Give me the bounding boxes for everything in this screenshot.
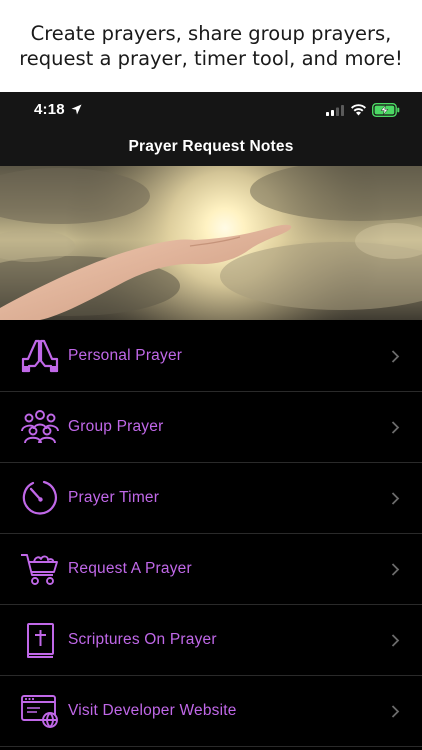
chevron-right-icon (391, 563, 400, 576)
group-people-icon (21, 410, 59, 444)
cart-icon (21, 554, 58, 585)
chevron-right-icon (391, 492, 400, 505)
menu-label-visit-developer-website: Visit Developer Website (68, 702, 237, 719)
web-browser-icon (21, 695, 58, 728)
chevron-right-icon (391, 421, 400, 434)
status-time: 4:18 (34, 101, 65, 118)
wifi-icon (351, 104, 366, 116)
hero-image (0, 166, 422, 320)
promo-line-2: request a prayer, timer tool, and more! (19, 47, 403, 70)
menu-item-visit-developer-website[interactable]: Visit Developer Website (0, 676, 422, 747)
menu-label-group-prayer: Group Prayer (68, 418, 164, 435)
timer-icon (22, 480, 57, 515)
battery-charging-icon (372, 103, 400, 117)
menu-label-request-a-prayer: Request A Prayer (68, 560, 192, 577)
hero-hand-sky-illustration (0, 166, 422, 320)
menu-item-request-a-prayer[interactable]: Request A Prayer (0, 534, 422, 605)
location-arrow-icon (71, 104, 82, 115)
nav-bar: Prayer Request Notes (0, 128, 422, 166)
main-menu: Personal Prayer Group Prayer Prayer Time… (0, 321, 422, 747)
status-bar: 4:18 (0, 92, 422, 128)
phone-screen: 4:18 Prayer Request Notes Personal Praye… (0, 92, 422, 750)
promo-caption: Create prayers, share group prayers, req… (0, 0, 422, 92)
cellular-signal-icon (326, 105, 344, 116)
menu-item-personal-prayer[interactable]: Personal Prayer (0, 321, 422, 392)
nav-title: Prayer Request Notes (128, 138, 294, 155)
chevron-right-icon (391, 350, 400, 363)
chevron-right-icon (391, 705, 400, 718)
menu-label-scriptures-on-prayer: Scriptures On Prayer (68, 631, 217, 648)
bible-icon (27, 623, 54, 658)
menu-item-group-prayer[interactable]: Group Prayer (0, 392, 422, 463)
menu-item-scriptures-on-prayer[interactable]: Scriptures On Prayer (0, 605, 422, 676)
menu-label-personal-prayer: Personal Prayer (68, 347, 183, 364)
chevron-right-icon (391, 634, 400, 647)
praying-hands-icon (21, 339, 59, 373)
promo-line-1: Create prayers, share group prayers, (30, 22, 392, 45)
menu-item-prayer-timer[interactable]: Prayer Timer (0, 463, 422, 534)
menu-label-prayer-timer: Prayer Timer (68, 489, 160, 506)
